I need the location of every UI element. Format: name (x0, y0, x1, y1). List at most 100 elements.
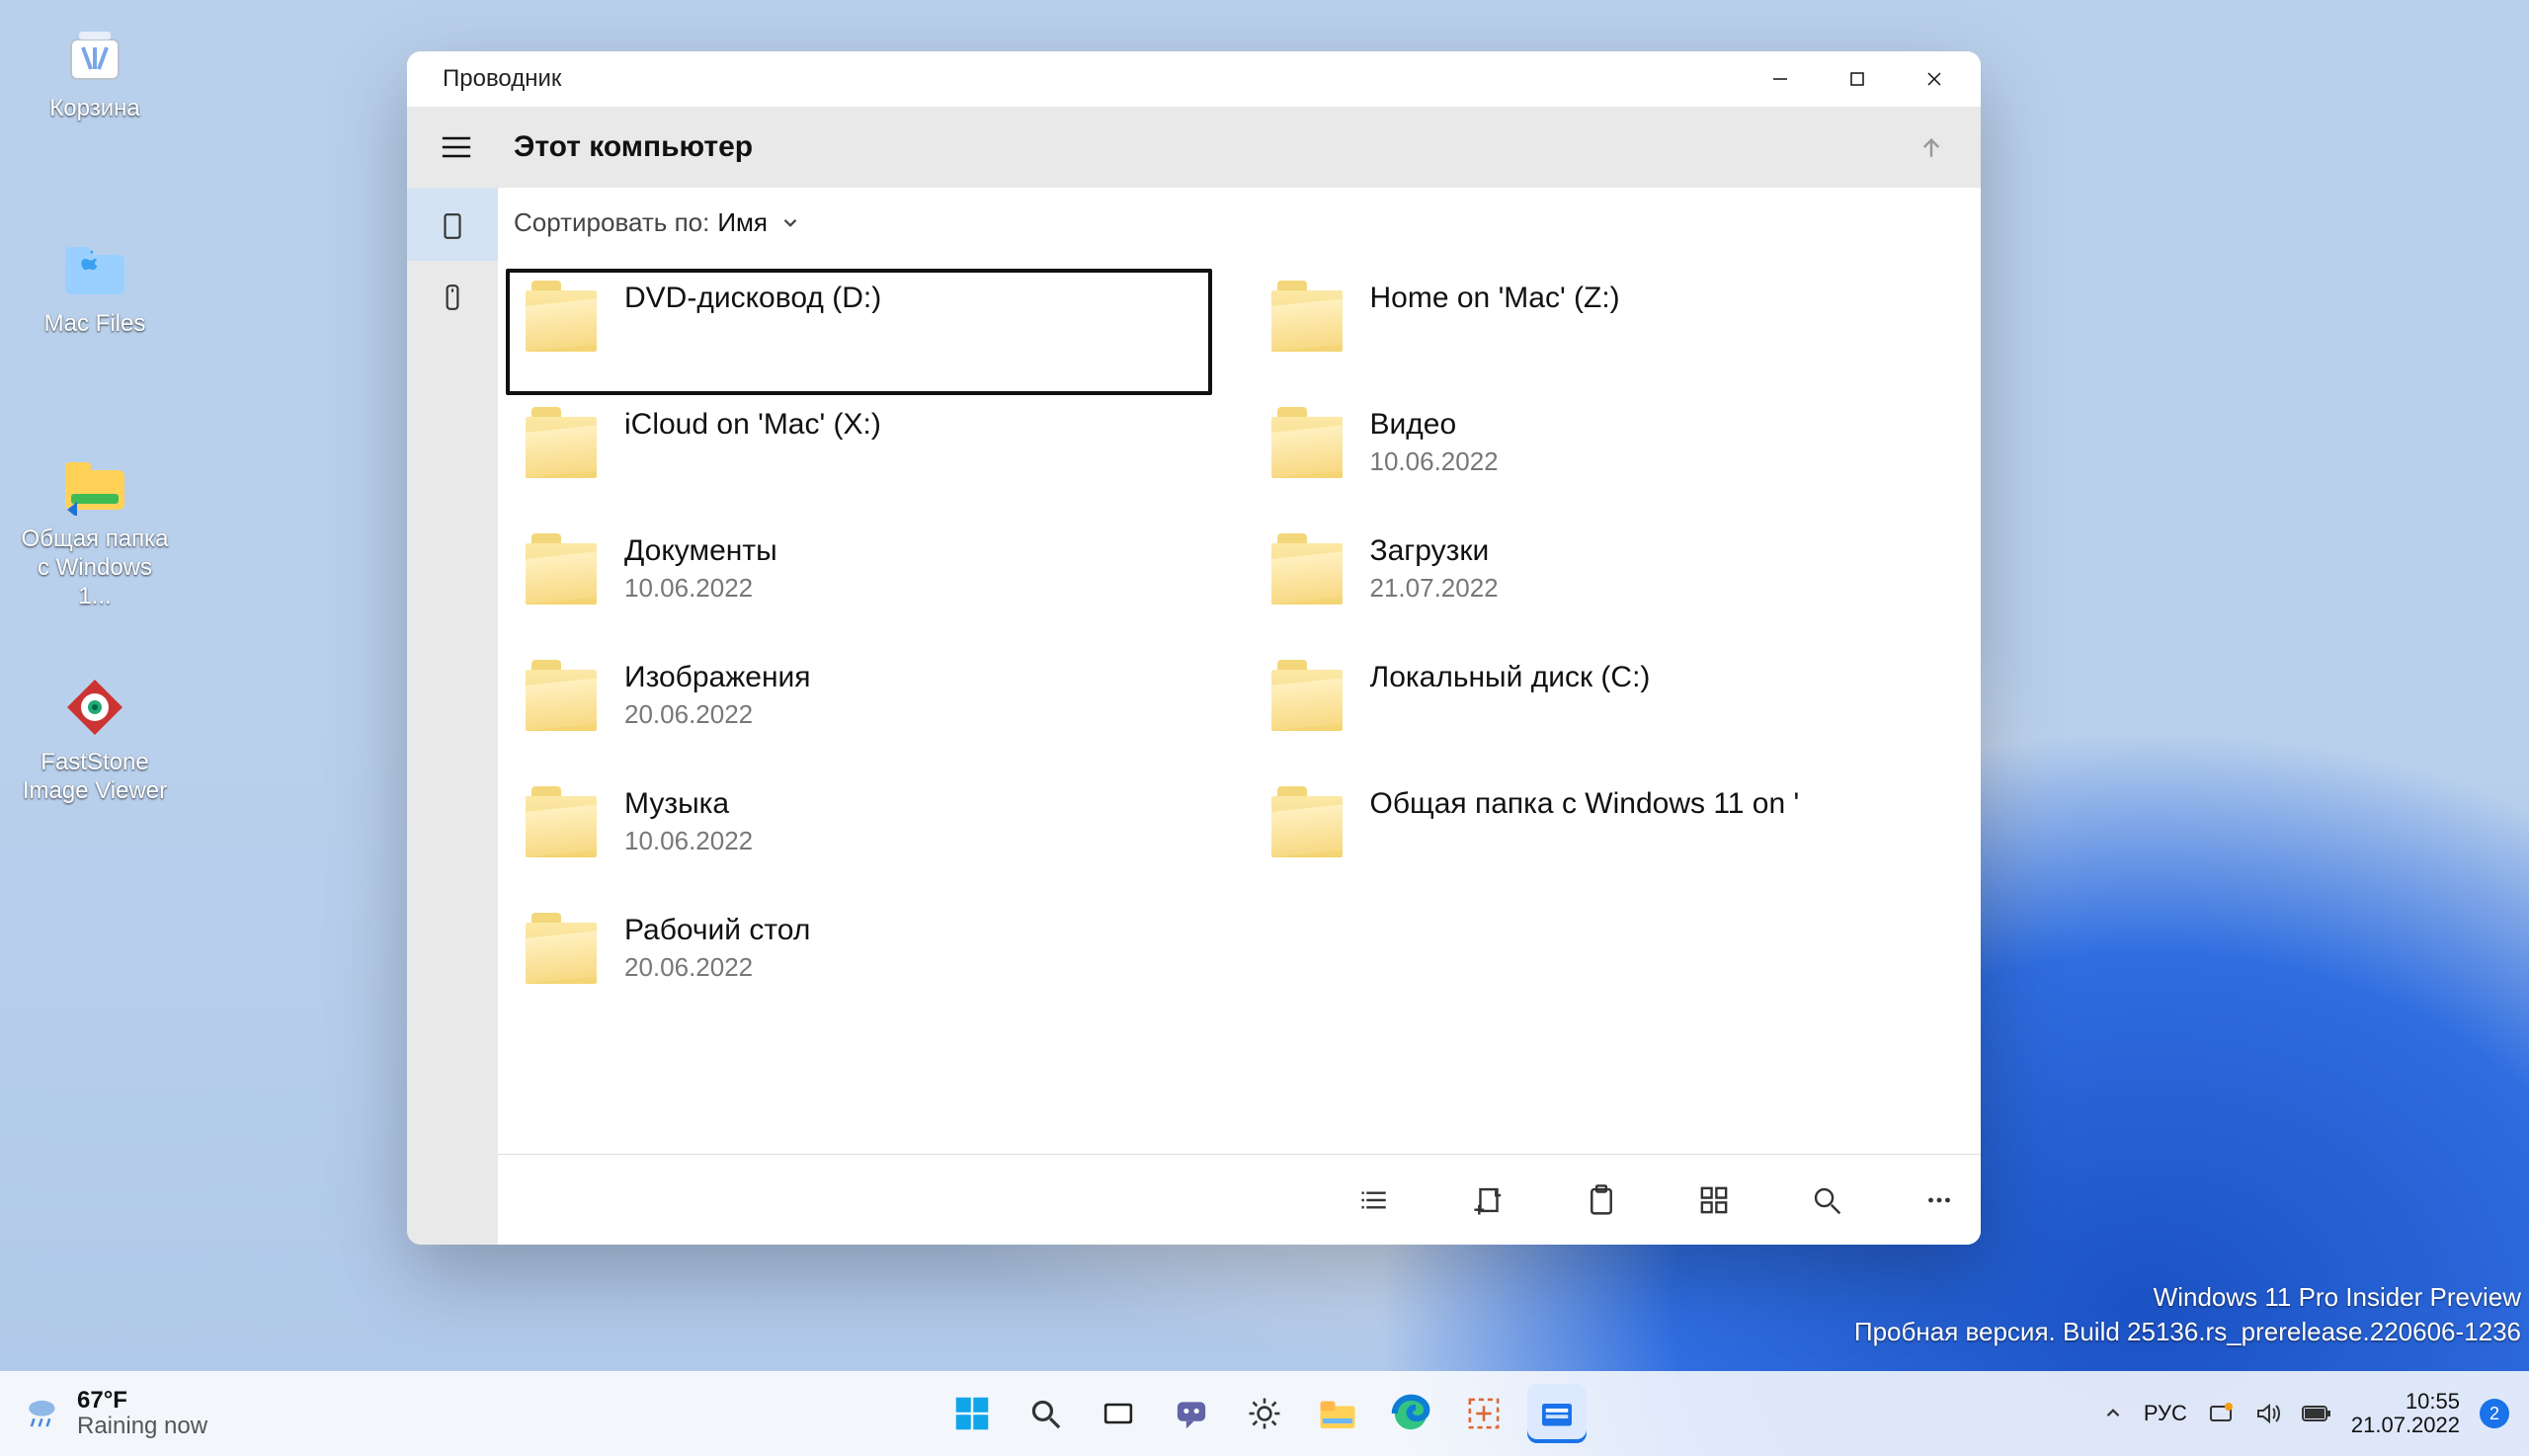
close-button[interactable] (1896, 51, 1973, 107)
battery-icon[interactable] (2302, 1404, 2331, 1423)
desktop-icon-recycle[interactable]: Корзина (18, 18, 172, 123)
taskbar-explorer-classic[interactable] (1308, 1384, 1367, 1443)
taskbar-center (942, 1384, 1587, 1443)
folder-item[interactable]: Рабочий стол 20.06.2022 (506, 901, 1212, 1027)
folder-item[interactable]: Общая папка с Windows 11 on ' (1252, 774, 1958, 901)
desktop-icon-label: Корзина (18, 95, 172, 123)
bottom-toolbar (498, 1154, 1981, 1245)
taskbar-clock[interactable]: 10:55 21.07.2022 (2351, 1390, 2460, 1437)
nav-rail (407, 188, 498, 1245)
sort-key: Имя (717, 207, 768, 238)
folder-icon (526, 786, 597, 857)
desktop-icon-label: FastStone Image Viewer (18, 749, 172, 806)
desktop-icon-share[interactable]: Общая папка с Windows 1... (18, 448, 172, 610)
mac-folder-icon (59, 233, 130, 304)
window-title: Проводник (443, 65, 561, 93)
taskbar: 67°F Raining now РУС 10:55 21.07.2022 2 (0, 1371, 2529, 1456)
sort-bar[interactable]: Сортировать по: Имя (498, 188, 1981, 257)
content-area: Сортировать по: Имя DVD-дисковод (D:) Hom… (498, 188, 1981, 1245)
nav-tab-drives[interactable] (407, 261, 498, 334)
notifications-badge[interactable]: 2 (2480, 1399, 2509, 1428)
breadcrumb[interactable]: Этот компьютер (514, 130, 753, 164)
watermark-line1: Windows 11 Pro Insider Preview (1854, 1280, 2521, 1315)
faststone-icon (59, 672, 130, 743)
explorer-window: Проводник Этот компьютер Сортироват (407, 51, 1981, 1245)
chevron-down-icon (779, 211, 801, 233)
input-language[interactable]: РУС (2144, 1401, 2187, 1426)
volume-icon[interactable] (2254, 1400, 2282, 1427)
item-name: Загрузки (1370, 533, 1499, 569)
desktop-icon-faststone[interactable]: FastStone Image Viewer (18, 672, 172, 806)
start-button[interactable] (942, 1384, 1002, 1443)
taskbar-weather[interactable]: 67°F Raining now (0, 1388, 415, 1440)
folder-icon (1271, 281, 1343, 352)
desktop-icon-label: Mac Files (18, 310, 172, 339)
taskbar-taskview[interactable] (1089, 1384, 1148, 1443)
watermark-line2: Пробная версия. Build 25136.rs_prereleas… (1854, 1315, 2521, 1349)
taskbar-snip[interactable] (1454, 1384, 1513, 1443)
search-button[interactable] (1805, 1178, 1848, 1222)
more-button[interactable] (1917, 1178, 1961, 1222)
folder-item[interactable]: Загрузки21.07.2022 (1252, 522, 1958, 648)
minimize-button[interactable] (1742, 51, 1819, 107)
titlebar[interactable]: Проводник (407, 51, 1981, 107)
maximize-button[interactable] (1819, 51, 1896, 107)
updates-icon[interactable] (2207, 1400, 2235, 1427)
item-date: 20.06.2022 (624, 952, 810, 983)
folder-item[interactable]: DVD-дисковод (D:) (506, 269, 1212, 395)
desktop-icon-label: Общая папка с Windows 1... (18, 526, 172, 610)
item-name: Музыка (624, 786, 753, 822)
folder-item[interactable]: Музыка 10.06.2022 (506, 774, 1212, 901)
view-list-button[interactable] (1354, 1178, 1398, 1222)
item-name: Рабочий стол (624, 913, 810, 948)
folder-icon (1271, 533, 1343, 605)
folder-icon (526, 533, 597, 605)
folder-item[interactable]: Документы 10.06.2022 (506, 522, 1212, 648)
taskbar-settings[interactable] (1235, 1384, 1294, 1443)
up-button[interactable] (1910, 125, 1953, 169)
folder-icon (526, 660, 597, 731)
item-name: Документы (624, 533, 777, 569)
taskbar-search[interactable] (1016, 1384, 1075, 1443)
weather-text: Raining now (77, 1414, 207, 1439)
folder-item[interactable]: iCloud on 'Mac' (X:) (506, 395, 1212, 522)
sort-prefix: Сортировать по: (514, 207, 709, 238)
new-button[interactable] (1467, 1178, 1510, 1222)
folder-item[interactable]: Локальный диск (C:) (1252, 648, 1958, 774)
item-name: Home on 'Mac' (Z:) (1370, 281, 1620, 316)
taskbar-chat[interactable] (1162, 1384, 1221, 1443)
breadcrumb-bar: Этот компьютер (407, 107, 1981, 188)
watermark: Windows 11 Pro Insider Preview Пробная в… (1854, 1280, 2521, 1349)
item-grid: DVD-дисковод (D:) Home on 'Mac' (Z:) iClou… (498, 257, 1981, 1154)
item-name: Общая папка с Windows 11 on ' (1370, 786, 1800, 822)
folder-icon (1271, 786, 1343, 857)
item-date: 20.06.2022 (624, 699, 811, 730)
item-name: Видео (1370, 407, 1499, 443)
item-date: 10.06.2022 (624, 826, 753, 856)
folder-icon (1271, 407, 1343, 478)
folder-icon (526, 281, 597, 352)
item-name: DVD-дисковод (D:) (624, 281, 881, 316)
desktop-icon-macfiles[interactable]: Mac Files (18, 233, 172, 339)
folder-item[interactable]: Изображения20.06.2022 (506, 648, 1212, 774)
item-date: 10.06.2022 (1370, 446, 1499, 477)
shared-folder-icon (59, 448, 130, 520)
clock-date: 21.07.2022 (2351, 1414, 2460, 1437)
folder-item[interactable]: Home on 'Mac' (Z:) (1252, 269, 1958, 395)
weather-icon (24, 1393, 65, 1434)
taskbar-edge[interactable] (1381, 1384, 1440, 1443)
clock-time: 10:55 (2351, 1390, 2460, 1414)
folder-icon (526, 407, 597, 478)
item-name: iCloud on 'Mac' (X:) (624, 407, 881, 443)
folder-icon (1271, 660, 1343, 731)
view-tiles-button[interactable] (1692, 1178, 1736, 1222)
taskbar-explorer-app[interactable] (1527, 1384, 1587, 1443)
item-date: 10.06.2022 (624, 573, 777, 604)
item-name: Локальный диск (C:) (1370, 660, 1651, 695)
folder-icon (526, 913, 597, 984)
folder-item[interactable]: Видео10.06.2022 (1252, 395, 1958, 522)
nav-tab-devices[interactable] (407, 188, 498, 261)
paste-button[interactable] (1580, 1178, 1623, 1222)
hamburger-button[interactable] (435, 125, 478, 169)
tray-chevron-icon[interactable] (2102, 1403, 2124, 1424)
